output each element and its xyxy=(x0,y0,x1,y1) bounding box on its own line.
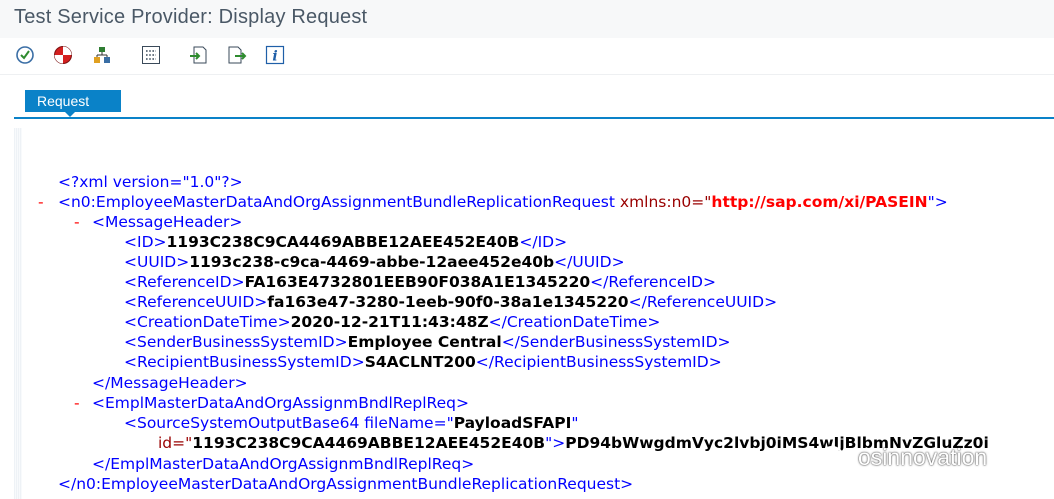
xml-root-open: - <n0:EmployeeMasterDataAndOrgAssignment… xyxy=(38,192,948,212)
title-bar: Test Service Provider: Display Request xyxy=(0,0,1054,38)
watermark: osinnovation xyxy=(820,440,1040,474)
xml-field-row: <RecipientBusinessSystemID>S4ACLNT200</R… xyxy=(124,353,722,371)
xml-field-row: <ReferenceUUID>fa163e47-3280-1eeb-90f0-3… xyxy=(124,293,778,311)
hierarchy-button[interactable] xyxy=(91,44,113,66)
grid-icon xyxy=(142,46,160,64)
xml-message-header-close: </MessageHeader> xyxy=(92,374,248,392)
import-button[interactable] xyxy=(187,44,209,66)
wechat-icon xyxy=(821,446,849,468)
svg-text:i: i xyxy=(272,49,277,65)
collapse-message-header-toggle[interactable]: - xyxy=(74,212,84,232)
toolbar: i xyxy=(0,38,1054,75)
check-button[interactable] xyxy=(14,44,36,66)
check-icon xyxy=(16,46,34,64)
info-button[interactable]: i xyxy=(264,44,286,66)
export-button[interactable] xyxy=(226,44,248,66)
xml-bundle-open: - <EmplMasterDataAndOrgAssignmBndlReplRe… xyxy=(74,393,469,413)
export-icon xyxy=(228,46,247,64)
exit-icon xyxy=(54,46,72,64)
exit-button[interactable] xyxy=(52,44,74,66)
xml-field-row: <CreationDateTime>2020-12-21T11:43:48Z</… xyxy=(124,313,661,331)
xml-source-output-tag: <SourceSystemOutputBase64 fileName="Payl… xyxy=(124,414,579,432)
tab-request[interactable]: Request xyxy=(25,90,121,112)
info-icon: i xyxy=(265,45,285,65)
hierarchy-icon xyxy=(94,47,110,63)
tab-underline xyxy=(14,117,1054,119)
xml-bundle-close: </EmplMasterDataAndOrgAssignmBndlReplReq… xyxy=(92,455,475,473)
xml-field-row: <ReferenceID>FA163E4732801EEB90F038A1E13… xyxy=(124,273,716,291)
tab-strip: Request xyxy=(14,74,1054,120)
xml-field-row: <SenderBusinessSystemID>Employee Central… xyxy=(124,333,731,351)
collapse-root-toggle[interactable]: - xyxy=(38,192,48,212)
xml-root-close: </n0:EmployeeMasterDataAndOrgAssignmentB… xyxy=(58,475,634,493)
collapse-bundle-toggle[interactable]: - xyxy=(74,393,84,413)
grid-button[interactable] xyxy=(140,44,162,66)
xml-field-row: <ID>1193C238C9CA4469ABBE12AEE452E40B</ID… xyxy=(124,233,568,251)
xml-declaration: <?xml version="1.0"?> xyxy=(58,173,243,191)
xml-field-row: <UUID>1193c238-c9ca-4469-abbe-12aee452e4… xyxy=(124,253,625,271)
import-icon xyxy=(190,46,207,64)
xml-message-header-open: - <MessageHeader> xyxy=(74,212,243,232)
window-title: Test Service Provider: Display Request xyxy=(14,6,368,28)
watermark-text: osinnovation xyxy=(858,443,988,470)
